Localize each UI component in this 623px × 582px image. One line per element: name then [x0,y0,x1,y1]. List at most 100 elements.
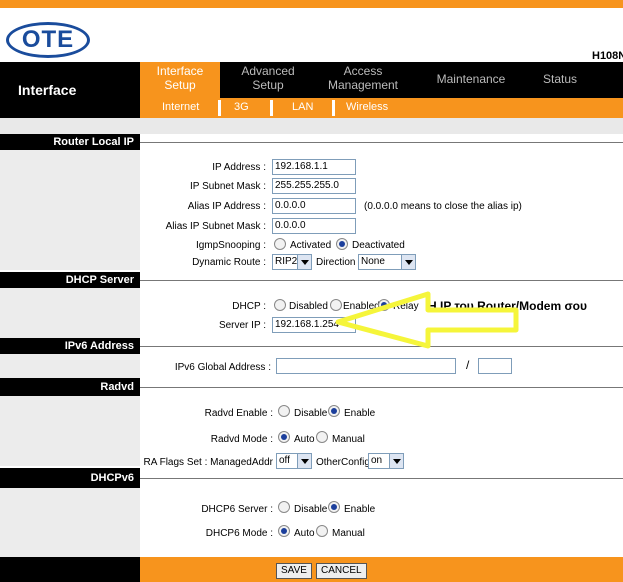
radvd-disable-radio[interactable] [278,405,290,417]
radvd-disable-label: Disable [294,408,328,419]
dhcp-mode-label: DHCP : [232,301,266,312]
subnet-mask-input[interactable]: 255.255.255.0 [272,178,356,194]
save-button[interactable]: SAVE [276,563,312,579]
dhcp6-server-label: DHCP6 Server : [201,504,273,515]
tab-access-management[interactable]: Access Management [318,64,408,92]
section-title-radvd: Radvd [0,378,140,396]
ipv6-global-input[interactable] [276,358,456,374]
ra-flags-label: RA Flags Set : ManagedAddr [143,457,273,468]
subnet-mask-label: IP Subnet Mask : [190,181,266,192]
subtab-lan[interactable]: LAN [292,101,313,113]
tab-label: Access [343,64,383,78]
dhcp-disabled-radio[interactable] [274,299,286,311]
tab-label: Interface [156,64,204,78]
chevron-down-icon [297,454,311,468]
dhcp6-auto-radio[interactable] [278,525,290,537]
managed-addr-value: off [279,455,290,466]
other-config-select[interactable]: on [368,453,404,469]
tab-label: Setup [252,78,284,92]
dhcp6-enable-label: Enable [344,504,376,515]
radvd-manual-radio[interactable] [316,431,328,443]
radvd-enable-opt-label: Enable [344,408,376,419]
left-gutter [0,150,140,270]
dhcp6-enable-radio[interactable] [328,501,340,513]
left-gutter [0,488,140,557]
spacer-band [0,118,623,134]
subtab-divider [218,100,221,116]
other-config-label: OtherConfig [316,457,370,468]
igmp-deactivated-radio[interactable] [336,238,348,250]
top-accent-strip [0,0,623,8]
igmp-activated-label: Activated [290,240,332,251]
footer-bar: SAVE CANCEL [0,557,623,582]
subtab-internet[interactable]: Internet [162,101,199,113]
section-divider [140,142,623,143]
footer-left [0,557,140,582]
tab-interface-setup[interactable]: Interface Setup [146,64,214,92]
dhcp-disabled-label: Disabled [289,301,328,312]
tab-label: Maintenance [436,72,506,86]
dhcp-relay-radio[interactable] [378,299,390,311]
main-nav: Interface Interface Setup Advanced Setup… [0,62,623,118]
dhcp-enabled-radio[interactable] [330,299,342,311]
dhcp6-disable-label: Disable [294,504,328,515]
section-title-ipv6: IPv6 Address [0,338,140,354]
section-title-dhcp-server: DHCP Server [0,272,140,288]
alias-ip-note: (0.0.0.0 means to close the alias ip) [364,201,522,212]
tab-advanced-setup[interactable]: Advanced Setup [228,64,308,92]
tab-label: Status [542,72,578,86]
subtab-3g[interactable]: 3G [234,101,249,113]
dynamic-route-select[interactable]: RIP2 [272,254,312,270]
tab-status[interactable]: Status [530,72,590,86]
ip-address-input[interactable]: 192.168.1.1 [272,159,356,175]
sub-nav: Internet 3G LAN Wireless [140,98,623,118]
radvd-auto-radio[interactable] [278,431,290,443]
section-divider [140,346,623,347]
footer-right: SAVE CANCEL [140,557,623,582]
chevron-down-icon [401,255,415,269]
subtab-wireless[interactable]: Wireless [346,101,388,113]
dhcp6-manual-label: Manual [332,528,365,539]
model-name: H108N [592,50,623,62]
tab-label: Management [327,78,399,92]
subtab-divider [332,100,335,116]
chevron-down-icon [389,454,403,468]
dhcp6-disable-radio[interactable] [278,501,290,513]
dhcp6-manual-radio[interactable] [316,525,328,537]
ipv6-slash: / [466,358,470,372]
radvd-auto-label: Auto [294,434,315,445]
tab-maintenance[interactable]: Maintenance [426,72,516,86]
section-title-dhcpv6: DHCPv6 [0,468,140,488]
radvd-enable-label: Radvd Enable : [204,408,273,419]
igmp-deactivated-label: Deactivated [352,240,405,251]
dynamic-route-value: RIP2 [275,256,298,267]
managed-addr-select[interactable]: off [276,453,312,469]
igmp-activated-radio[interactable] [274,238,286,250]
direction-label: Direction [316,257,356,268]
alias-mask-label: Alias IP Subnet Mask : [165,221,266,232]
section-divider [140,280,623,281]
header: OTE H108N [0,8,623,62]
subtab-divider [270,100,273,116]
alias-ip-input[interactable]: 0.0.0.0 [272,198,356,214]
ote-logo: OTE [6,22,90,58]
dhcp-enabled-label: Enabled [343,301,380,312]
server-ip-input[interactable]: 192.168.1.254 [272,317,356,333]
ipv6-global-label: IPv6 Global Address : [174,362,271,373]
radvd-enable-radio[interactable] [328,405,340,417]
nav-section-title: Interface [0,62,140,118]
direction-select[interactable]: None [358,254,416,270]
igmp-label: IgmpSnooping : [195,240,266,251]
tab-label: Advanced [241,64,295,78]
cancel-button[interactable]: CANCEL [316,563,367,579]
left-gutter [0,396,140,466]
left-gutter [0,354,140,378]
ip-address-label: IP Address : [212,162,266,173]
dhcp6-mode-label: DHCP6 Mode : [205,528,273,539]
direction-value: None [361,256,385,267]
alias-mask-input[interactable]: 0.0.0.0 [272,218,356,234]
nav-tabs: Interface Setup Advanced Setup Access Ma… [140,62,623,98]
server-ip-label: Server IP : [218,320,266,331]
ipv6-prefix-input[interactable] [478,358,512,374]
alias-ip-label: Alias IP Address : [187,201,266,212]
